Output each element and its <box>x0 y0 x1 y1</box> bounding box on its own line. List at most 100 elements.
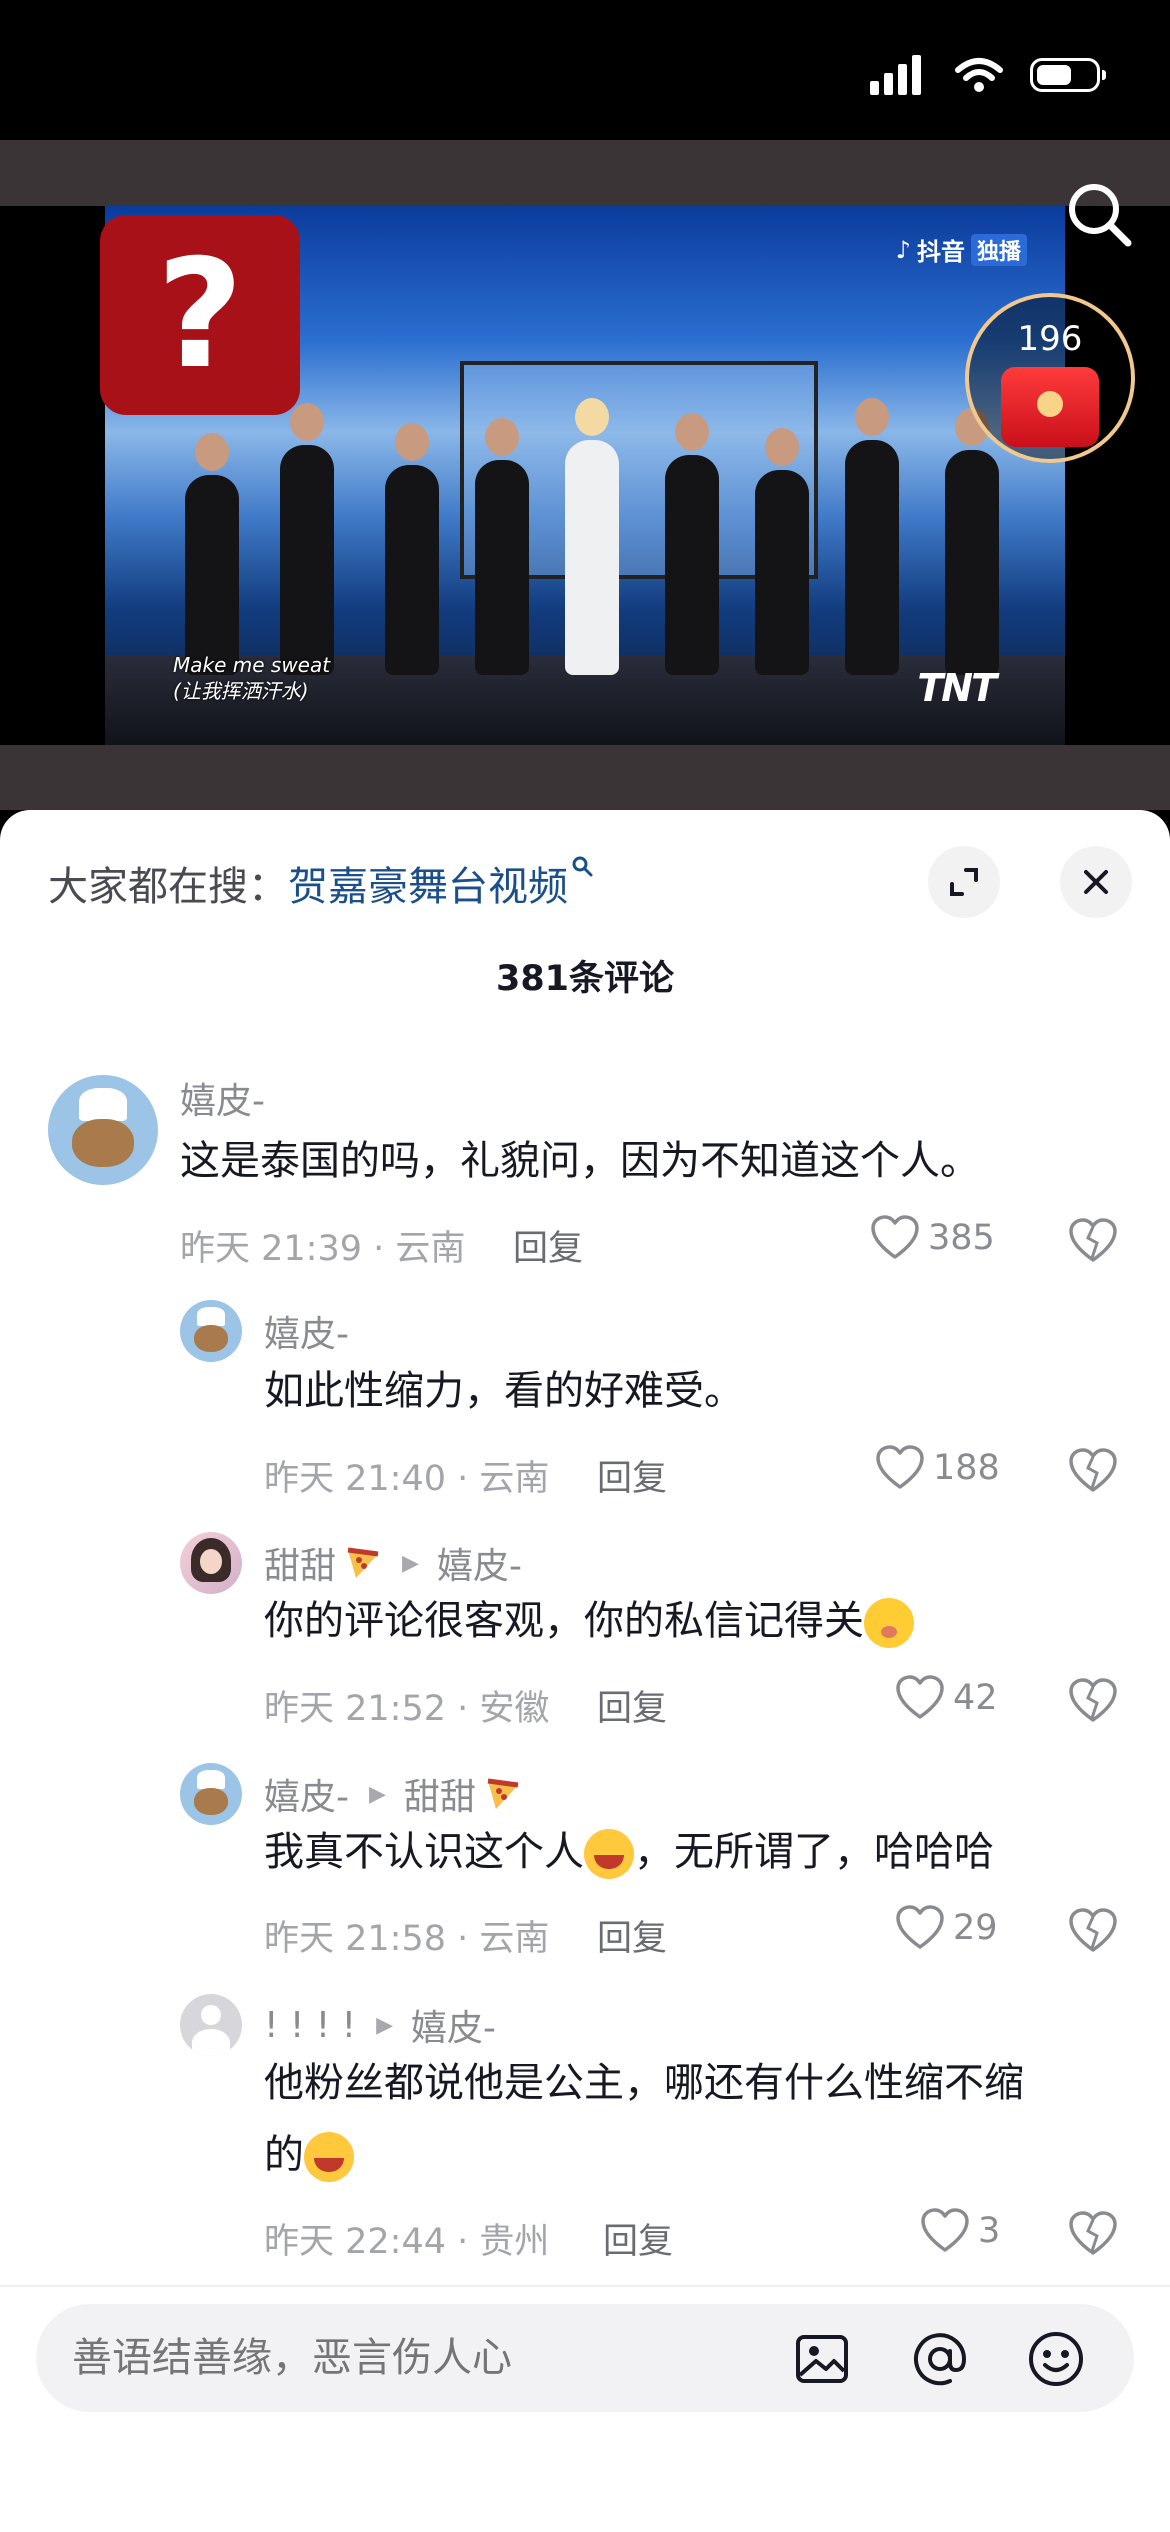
comment-text: 这是泰国的吗，礼貌问，因为不知道这个人。 <box>180 1138 980 1184</box>
comment-nickname[interactable]: 甜甜 ▶ 嬉皮- <box>264 1537 522 1589</box>
status-bar <box>0 0 1170 140</box>
comment-meta: 昨天 21:52 · 安徽 <box>264 1689 550 1729</box>
dancer-figure <box>845 398 899 675</box>
battery-icon <box>1030 58 1106 92</box>
comment-nickname[interactable]: 嬉皮- ▶ 甜甜 <box>264 1768 522 1820</box>
redpacket-count: 196 <box>1017 319 1083 359</box>
comment-text-line2: 的 <box>264 2132 304 2178</box>
divider <box>0 2285 1170 2287</box>
reply-button[interactable]: 回复 <box>603 2213 673 2264</box>
video-top-band <box>0 140 1170 206</box>
reply-arrow-icon: ▶ <box>376 2012 393 2038</box>
dislike-icon[interactable] <box>1068 2211 1118 2257</box>
channel-logo: TNT <box>917 666 997 710</box>
heart-icon <box>921 2208 969 2252</box>
like-button[interactable]: 42 <box>895 1675 998 1721</box>
redpacket-reward-button[interactable]: 196 <box>965 293 1135 463</box>
nickname-text: 甜甜 <box>264 1546 337 1587</box>
heart-icon <box>876 1445 924 1489</box>
emoji-icon[interactable] <box>1026 2329 1086 2389</box>
dancer-figure <box>665 413 719 675</box>
heart-icon <box>896 1905 944 1949</box>
like-button[interactable]: 385 <box>870 1215 995 1261</box>
wifi-icon <box>955 58 1003 92</box>
image-icon[interactable] <box>792 2329 852 2389</box>
avatar[interactable] <box>180 1994 242 2056</box>
like-count: 188 <box>933 1448 1000 1488</box>
subtitle-chinese: (让我挥洒汗水) <box>173 679 309 703</box>
cellular-signal-icon <box>870 55 921 95</box>
question-mark-badge: ? <box>100 215 300 415</box>
heart-icon <box>871 1215 919 1259</box>
search-suggestion-prefix: 大家都在搜： <box>48 864 288 910</box>
comment-nickname[interactable]: 嬉皮- <box>180 1072 265 1124</box>
like-count: 29 <box>953 1908 998 1948</box>
dancer-figure <box>475 418 529 675</box>
reply-button[interactable]: 回复 <box>513 1220 583 1271</box>
reply-target-nickname[interactable]: 嬉皮- <box>411 1999 496 2051</box>
dancer-figure <box>755 428 809 675</box>
dancer-figure <box>945 408 999 675</box>
like-button[interactable]: 188 <box>875 1445 1000 1491</box>
search-small-icon <box>572 856 593 877</box>
comment-input[interactable] <box>72 2304 772 2412</box>
search-suggestion[interactable]: 大家都在搜：贺嘉豪舞台视频 <box>48 854 594 912</box>
avatar[interactable] <box>180 1763 242 1825</box>
comment-text: 你的评论很客观，你的私信记得关 <box>264 1585 914 1657</box>
reply-button[interactable]: 回复 <box>597 1680 667 1731</box>
like-count: 385 <box>928 1218 995 1258</box>
crying-laugh-emoji-icon <box>304 2132 354 2182</box>
like-button[interactable]: 3 <box>920 2208 1000 2254</box>
comment-text-line2-row: 的 <box>264 2119 1024 2191</box>
nickname-text: 嬉皮- <box>180 1081 265 1122</box>
comment-text: 他粉丝都说他是公主，哪还有什么性缩不缩 的 <box>264 2047 1024 2191</box>
expand-button[interactable] <box>928 846 1000 918</box>
dislike-icon[interactable] <box>1068 1218 1118 1264</box>
nickname-text: 嬉皮- <box>264 1777 349 1818</box>
comment-count: 381条评论 <box>495 959 675 999</box>
crying-laugh-emoji-icon <box>584 1829 634 1879</box>
comment-meta: 昨天 21:39 · 云南 <box>180 1229 466 1269</box>
reply-target-nickname[interactable]: 甜甜 <box>404 1768 476 1820</box>
dancer-figure <box>185 433 239 675</box>
shy-emoji-icon <box>864 1598 914 1648</box>
avatar[interactable] <box>180 1532 242 1594</box>
reply-button[interactable]: 回复 <box>597 1450 667 1501</box>
at-mention-icon[interactable] <box>910 2329 970 2389</box>
nickname-text: 嬉皮- <box>264 1314 349 1355</box>
search-icon[interactable] <box>1060 175 1140 255</box>
comment-text-part2: ，无所谓了，哈哈哈 <box>634 1829 994 1875</box>
video-player[interactable]: ♪ 抖音 独播 Make me sweat (让我挥洒汗水) TNT ? 196 <box>0 140 1170 810</box>
dislike-icon[interactable] <box>1068 1678 1118 1724</box>
comment-text: 我真不认识这个人 ，无所谓了，哈哈哈 <box>264 1816 994 1888</box>
comment-text-body: 你的评论很客观，你的私信记得关 <box>264 1598 864 1644</box>
douyin-logo-icon: ♪ <box>895 235 911 264</box>
reply-button[interactable]: 回复 <box>597 1910 667 1961</box>
comment-meta: 昨天 22:44 · 贵州 <box>264 2222 550 2262</box>
comment-meta: 昨天 21:58 · 云南 <box>264 1919 550 1959</box>
reply-arrow-icon: ▶ <box>369 1781 386 1807</box>
watermark-text: 抖音 <box>916 238 965 266</box>
search-suggestion-link[interactable]: 贺嘉豪舞台视频 <box>288 864 568 910</box>
comment-meta: 昨天 21:40 · 云南 <box>264 1459 550 1499</box>
dislike-icon[interactable] <box>1068 1448 1118 1494</box>
avatar[interactable] <box>180 1300 242 1362</box>
comment-text-line1: 他粉丝都说他是公主，哪还有什么性缩不缩 <box>264 2060 1024 2106</box>
pizza-emoji-icon <box>487 1778 519 1809</box>
avatar[interactable] <box>48 1075 158 1185</box>
comment-nickname[interactable]: 嬉皮- <box>264 1305 349 1357</box>
like-count: 42 <box>953 1678 998 1718</box>
like-button[interactable]: 29 <box>895 1905 998 1951</box>
comment-nickname[interactable]: ! ! ! ! ▶ 嬉皮- <box>264 1999 496 2051</box>
comment-input-bar <box>36 2304 1134 2412</box>
close-button[interactable] <box>1060 846 1132 918</box>
video-subtitle: Make me sweat (让我挥洒汗水) <box>173 652 330 704</box>
pizza-emoji-icon <box>347 1547 379 1578</box>
status-icons <box>870 55 1106 95</box>
dancer-figure-center <box>565 398 619 675</box>
nickname-text: ! ! ! ! <box>264 2004 357 2046</box>
reply-target-nickname[interactable]: 嬉皮- <box>437 1537 522 1589</box>
like-count: 3 <box>978 2211 1001 2251</box>
reply-arrow-icon: ▶ <box>402 1550 419 1576</box>
dislike-icon[interactable] <box>1068 1908 1118 1954</box>
